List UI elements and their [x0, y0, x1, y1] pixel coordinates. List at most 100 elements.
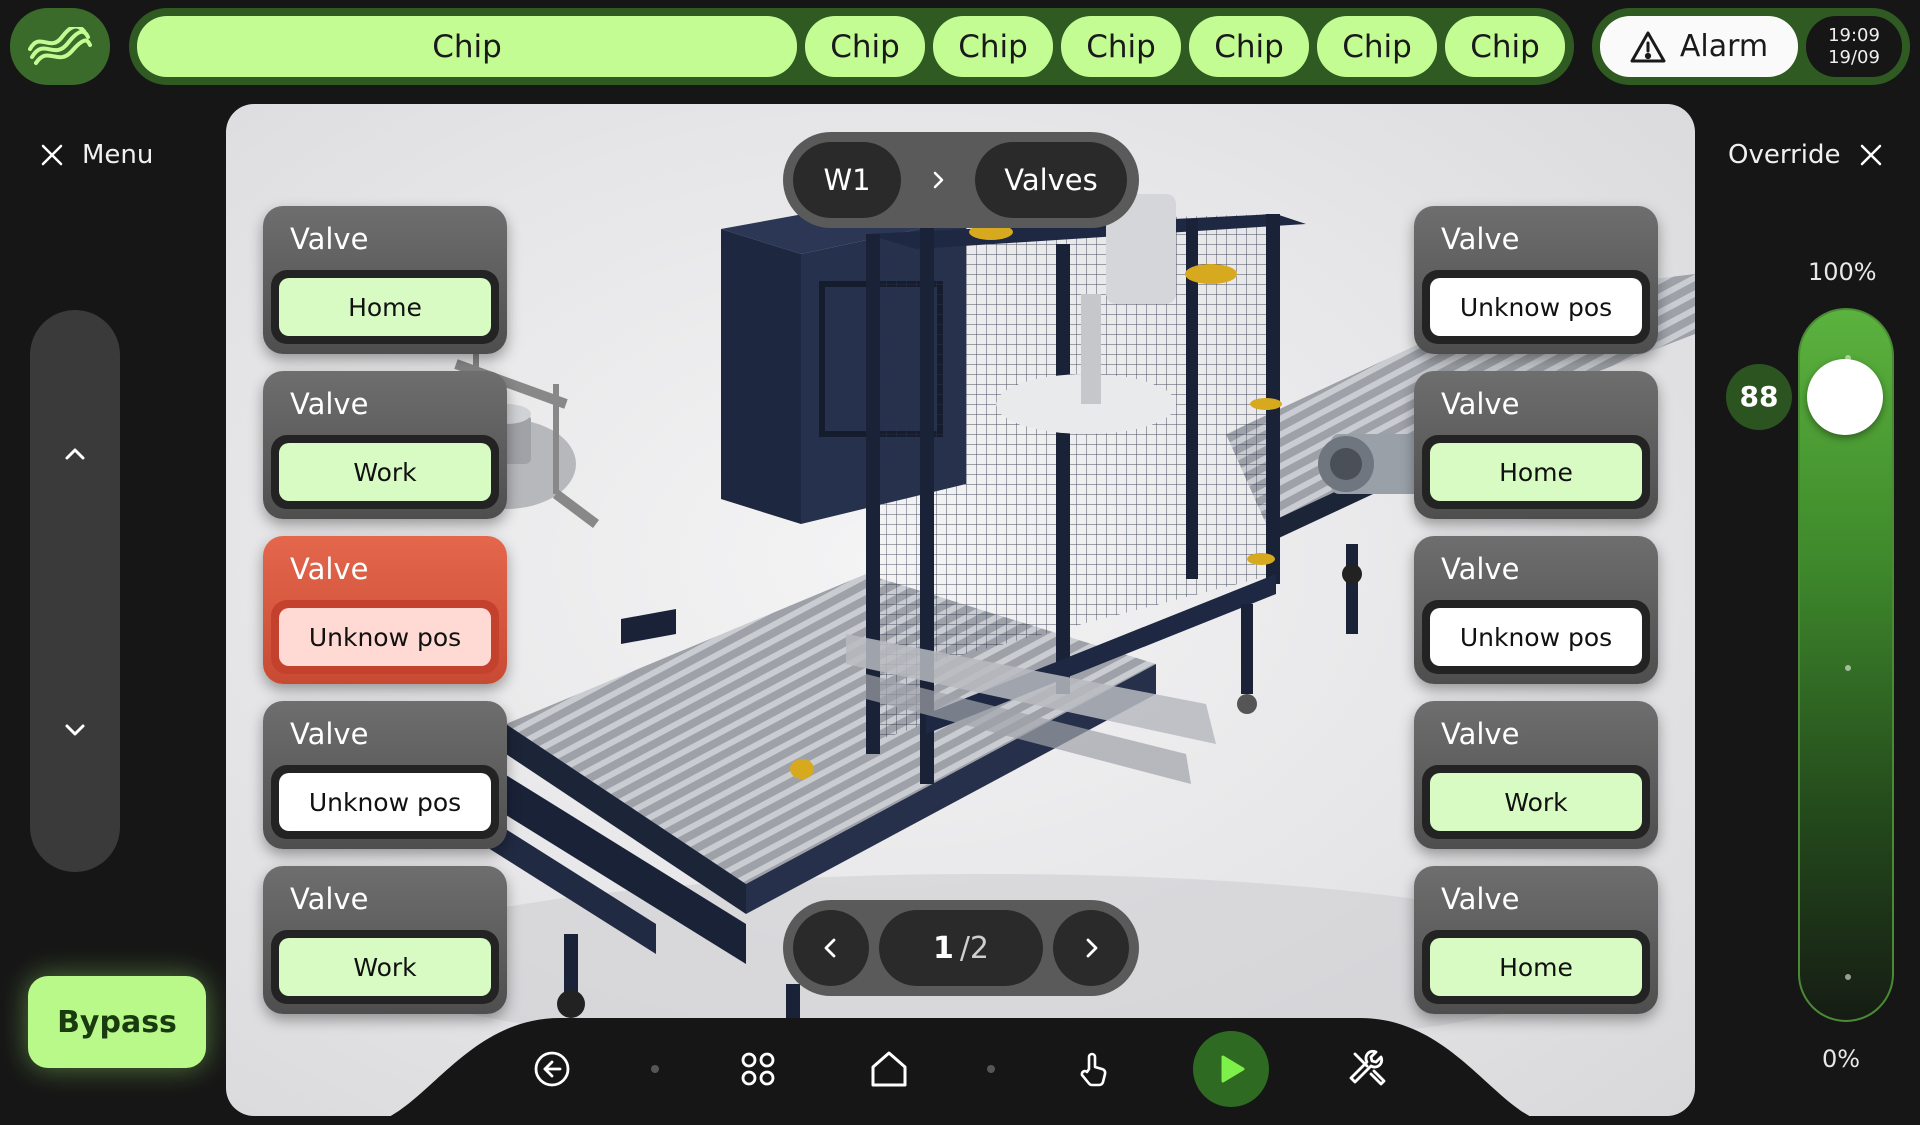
valve-card[interactable]: Valve Unknow pos [1414, 206, 1658, 354]
apps-button[interactable] [726, 1037, 790, 1101]
bottom-nav [520, 1024, 1400, 1114]
play-icon [1221, 1055, 1245, 1083]
chevron-up-icon[interactable] [59, 438, 91, 470]
total-pages: /2 [959, 930, 990, 966]
page-counter: 1/2 [879, 910, 1043, 986]
back-button[interactable] [520, 1037, 584, 1101]
chip-bar: Chip Chip Chip Chip Chip Chip Chip [129, 8, 1574, 85]
valve-title: Valve [290, 387, 369, 421]
next-page-button[interactable] [1053, 910, 1129, 986]
breadcrumb-section[interactable]: Valves [975, 142, 1127, 218]
chip-1[interactable]: Chip [137, 16, 797, 77]
valve-status: Unknow pos [271, 600, 499, 674]
alarm-label: Alarm [1679, 29, 1769, 64]
nav-separator [650, 1065, 659, 1073]
menu-label: Menu [82, 140, 154, 170]
slider-tick [1845, 974, 1851, 980]
alarm-button[interactable]: Alarm [1600, 16, 1798, 77]
valve-status-label: Work [279, 443, 491, 501]
home-button[interactable] [857, 1037, 921, 1101]
chip-4[interactable]: Chip [1061, 16, 1181, 77]
back-icon [534, 1051, 570, 1087]
valve-status-label: Home [1430, 938, 1642, 996]
home-icon [871, 1051, 907, 1087]
close-icon [1860, 144, 1881, 166]
valve-status: Unknow pos [271, 765, 499, 839]
hand-icon [1080, 1052, 1107, 1087]
chevron-right-icon [1086, 938, 1098, 958]
valve-title: Valve [290, 717, 369, 751]
slider-tick [1845, 665, 1851, 671]
valve-title: Valve [290, 552, 369, 586]
valve-status-label: Work [279, 938, 491, 996]
valve-status-label: Home [1430, 443, 1642, 501]
chip-3[interactable]: Chip [933, 16, 1053, 77]
pager: 1/2 [783, 900, 1139, 996]
valve-card[interactable]: Valve Work [1414, 701, 1658, 849]
prev-page-button[interactable] [793, 910, 869, 986]
valve-status-label: Work [1430, 773, 1642, 831]
chip-5[interactable]: Chip [1189, 16, 1309, 77]
valve-title: Valve [290, 882, 369, 916]
alarm-bar: Alarm 19:09 19/09 [1592, 8, 1910, 85]
clock: 19:09 19/09 [1806, 16, 1902, 77]
machine-viewport: W1 Valves Valve Home Valve Work Valve Un… [226, 104, 1695, 1116]
valve-status: Work [271, 435, 499, 509]
valve-title: Valve [290, 222, 369, 256]
apps-grid-icon [741, 1052, 775, 1086]
valve-card-alert[interactable]: Valve Unknow pos [263, 536, 507, 684]
override-max-label: 100% [1808, 258, 1877, 286]
valve-status-label: Unknow pos [1430, 278, 1642, 336]
valve-title: Valve [1441, 552, 1520, 586]
valve-status: Home [271, 270, 499, 344]
valve-card[interactable]: Valve Unknow pos [1414, 536, 1658, 684]
chip-7[interactable]: Chip [1445, 16, 1565, 77]
valve-card[interactable]: Valve Home [263, 206, 507, 354]
breadcrumb-station[interactable]: W1 [793, 142, 901, 218]
override-min-label: 0% [1822, 1045, 1861, 1073]
chip-6[interactable]: Chip [1317, 16, 1437, 77]
clock-date: 19/09 [1828, 46, 1880, 68]
chevron-left-icon [824, 938, 836, 958]
current-page: 1 [932, 930, 954, 966]
vertical-scroller [30, 310, 120, 872]
valve-card[interactable]: Valve Unknow pos [263, 701, 507, 849]
override-toggle[interactable]: Override [1728, 140, 1883, 170]
valve-title: Valve [1441, 387, 1520, 421]
valve-status: Unknow pos [1422, 270, 1650, 344]
tools-button[interactable] [1336, 1037, 1400, 1101]
tools-icon [1349, 1049, 1386, 1086]
chip-2[interactable]: Chip [805, 16, 925, 77]
run-button[interactable] [1193, 1031, 1270, 1107]
valve-card[interactable]: Valve Home [1414, 866, 1658, 1014]
valve-status-label: Unknow pos [279, 773, 491, 831]
menu-toggle[interactable]: Menu [40, 140, 153, 170]
valve-status-label: Home [279, 278, 491, 336]
valve-status: Unknow pos [1422, 600, 1650, 674]
valve-status: Work [271, 930, 499, 1004]
close-icon [41, 144, 63, 166]
override-value-bubble: 88 [1726, 363, 1792, 430]
valve-status: Home [1422, 930, 1650, 1004]
chevron-down-icon[interactable] [59, 714, 91, 746]
clock-time: 19:09 [1828, 24, 1880, 46]
valve-status: Home [1422, 435, 1650, 509]
manual-button[interactable] [1062, 1037, 1126, 1101]
wave-logo-icon [28, 26, 92, 65]
valve-card[interactable]: Valve Home [1414, 371, 1658, 519]
valve-status-label: Unknow pos [279, 608, 491, 666]
valve-status-label: Unknow pos [1430, 608, 1642, 666]
warning-icon [1630, 31, 1666, 62]
breadcrumb-separator [901, 169, 975, 191]
override-label: Override [1728, 140, 1841, 170]
app-logo[interactable] [10, 8, 110, 85]
valve-card[interactable]: Valve Work [263, 371, 507, 519]
nav-separator [987, 1065, 996, 1073]
valve-status: Work [1422, 765, 1650, 839]
valve-card[interactable]: Valve Work [263, 866, 507, 1014]
breadcrumb: W1 Valves [783, 132, 1139, 228]
chevron-right-icon [933, 171, 944, 189]
valve-title: Valve [1441, 882, 1520, 916]
valve-title: Valve [1441, 222, 1520, 256]
override-slider-thumb[interactable] [1807, 358, 1883, 435]
